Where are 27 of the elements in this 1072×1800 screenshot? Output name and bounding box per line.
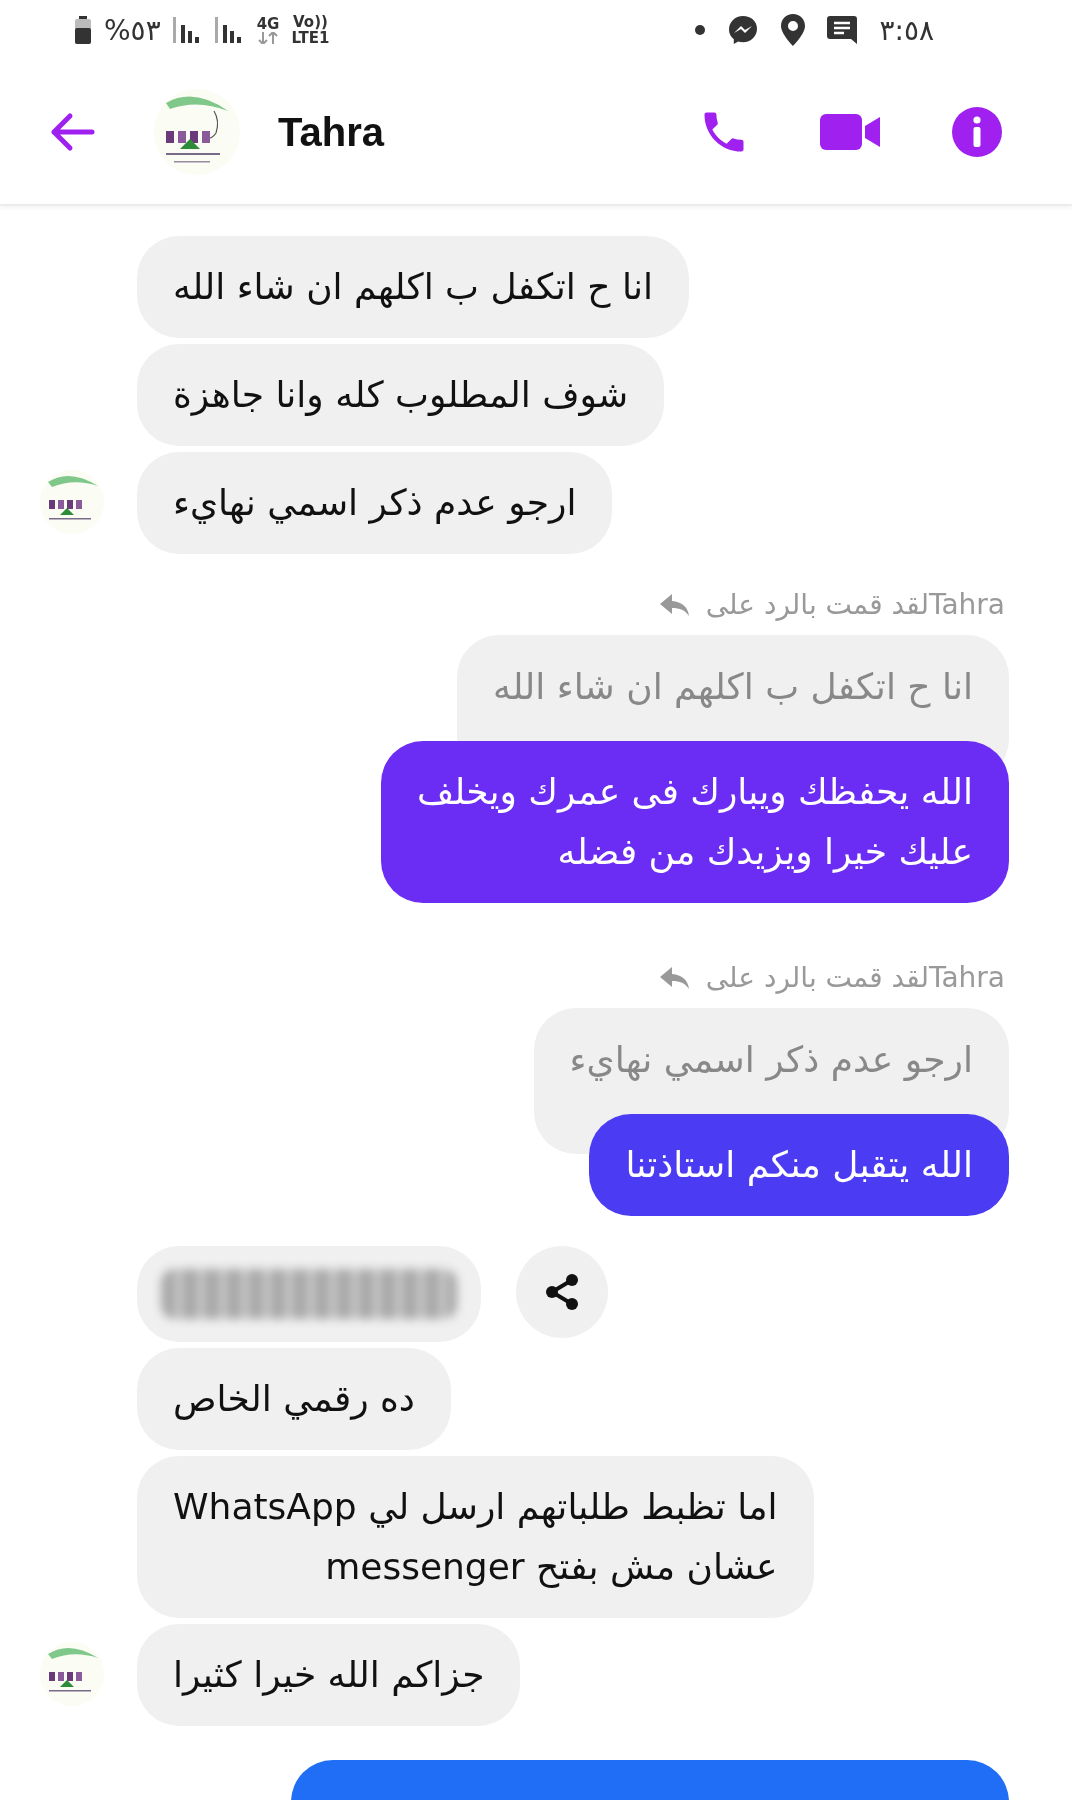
message-bubble: جزاكم الله خيرا كثيرا	[137, 1624, 521, 1726]
dot-icon	[695, 25, 706, 35]
message-bubble: اما تظبط طلباتهم ارسل لي WhatsApp عشان مش بفتح messenger	[137, 1456, 814, 1618]
clock: ٣:٥٨	[879, 13, 934, 47]
message-bubble: ده رقمي الخاص	[137, 1348, 451, 1450]
reply-icon	[659, 593, 690, 616]
volte-label: Vo))	[293, 14, 328, 30]
reply-label: Tahraلقد قمت بالرد على	[705, 961, 1005, 994]
contact-name: Tahra	[278, 109, 384, 155]
battery-icon	[74, 16, 92, 44]
message-bubble: شوف المطلوب كله وانا جاهزة	[137, 344, 665, 446]
messenger-icon	[727, 14, 760, 46]
info-icon[interactable]	[952, 107, 1002, 157]
reply-label: Tahraلقد قمت بالرد على	[705, 588, 1005, 621]
message-bubble: ارجو عدم ذكر اسمي نهايء	[137, 452, 613, 554]
reply-icon	[659, 966, 690, 989]
location-icon	[781, 14, 806, 46]
data-arrows-icon	[257, 32, 280, 44]
message-bubble: انا ح اتكفل ب اكلهم ان شاء الله	[137, 236, 689, 338]
lte-label: LTE1	[291, 30, 330, 46]
battery-percent: %٥٣	[104, 13, 161, 47]
video-call-icon[interactable]	[820, 112, 882, 152]
network-type: 4G	[256, 16, 280, 32]
message-bubble: الله يحفظك ويبارك فى عمرك ويخلف عليك خيرا ويزيدك من فضله	[381, 741, 1009, 903]
message-bubble: الله يتقبل منكم استاذتنا	[589, 1114, 1009, 1216]
notification-icon	[827, 16, 858, 44]
share-icon	[543, 1272, 581, 1312]
